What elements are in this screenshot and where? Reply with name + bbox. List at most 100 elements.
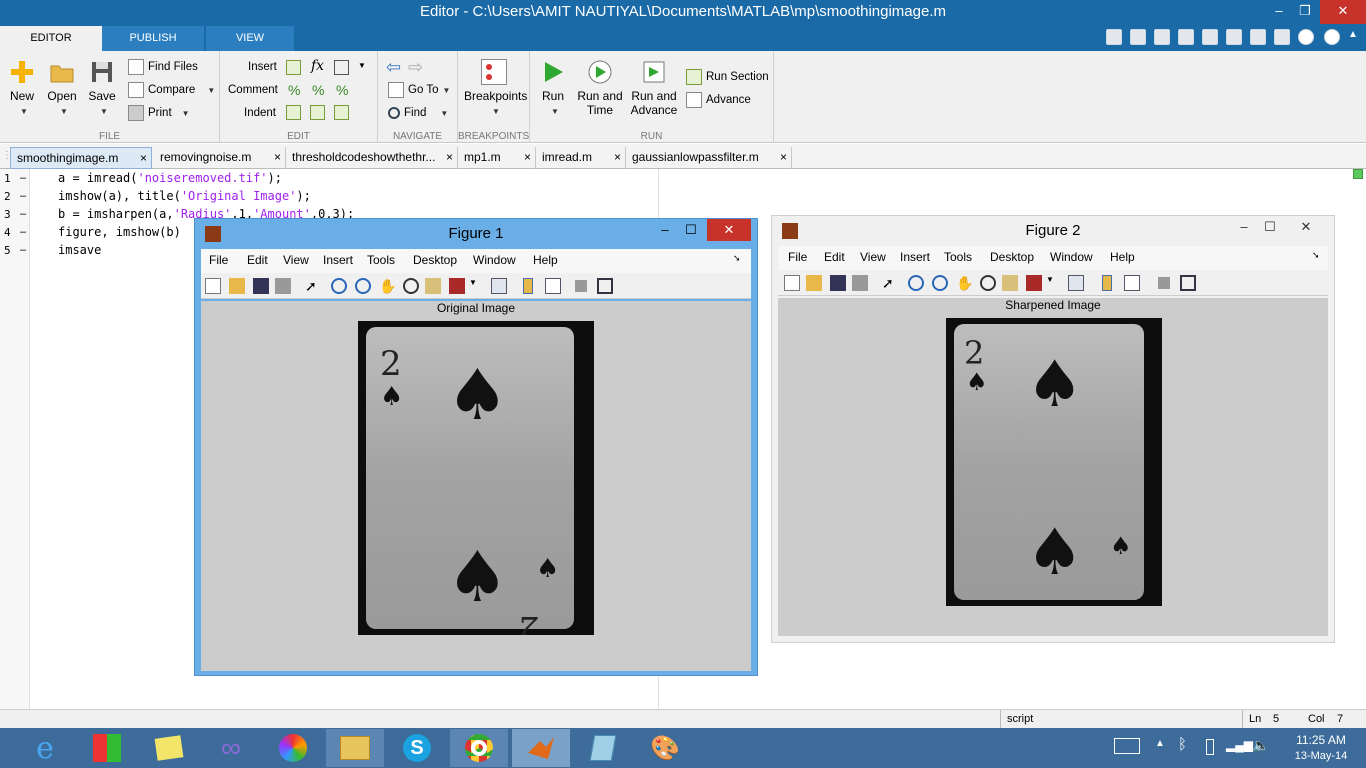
help-icon[interactable] [1298,29,1314,45]
breakpoint-marker[interactable]: – [20,190,26,202]
breakpoint-marker[interactable]: – [20,172,26,184]
tab-editor[interactable]: EDITOR [0,26,102,51]
code-line[interactable]: imsave [58,243,101,257]
indent-button[interactable]: Indent [244,103,276,123]
breakpoint-marker[interactable]: – [20,208,26,220]
chevron-down-icon[interactable]: ▼ [358,61,366,70]
clock-time[interactable]: 11:25 AM [1276,733,1366,747]
code-line[interactable]: a = imread('noiseremoved.tif'); [58,171,282,185]
network-icon[interactable]: ▂▄▆ [1226,738,1253,752]
file-tab[interactable]: thresholdcodeshowthethr... × [286,147,458,169]
close-icon[interactable]: × [446,147,453,167]
run-section-button[interactable]: Run Section [686,67,769,87]
smart-indent-icon[interactable] [286,105,301,120]
save-button[interactable]: Save ▼ [86,59,118,119]
maximize-button[interactable]: ☐ [671,219,711,241]
figure-1-window[interactable]: Figure 1 – ☐ ✕ File Edit View Insert Too… [194,218,758,676]
zoom-out-icon[interactable] [355,278,371,294]
paint-icon[interactable]: 🎨 [636,729,694,767]
wrap-comment-icon[interactable]: % [336,82,348,98]
sticky-notes-icon[interactable] [140,729,198,767]
figure-2-window[interactable]: Figure 2 – ☐ ✕ File Edit View Insert Too… [771,215,1335,643]
goto-button[interactable]: Go To ▼ [388,80,450,100]
copy-icon[interactable] [1178,29,1194,45]
switch-windows-icon[interactable] [1274,29,1290,45]
menu-window[interactable]: Window [473,253,516,267]
show-hidden-icons[interactable]: ▲ [1155,738,1165,749]
restore-button[interactable]: ❐ [1292,0,1318,24]
undo-icon[interactable] [1226,29,1242,45]
bluetooth-icon[interactable]: ᛒ [1178,736,1187,753]
breakpoint-marker[interactable]: – [20,226,26,238]
new-figure-icon[interactable] [205,278,221,294]
open-file-icon[interactable] [806,275,822,291]
comment-icon[interactable]: % [288,82,300,98]
menu-file[interactable]: File [788,250,807,264]
chevron-down-icon[interactable]: ▼ [1046,275,1054,291]
pan-hand-icon[interactable]: ✋ [379,278,396,294]
decrease-indent-icon[interactable] [334,105,349,120]
open-button[interactable]: Open ▼ [46,59,78,119]
close-icon[interactable]: × [140,148,147,168]
run-and-advance-button[interactable]: Run and Advance [630,59,678,117]
code-line[interactable]: figure, imshow(b) [58,225,181,239]
zoom-in-icon[interactable] [331,278,347,294]
save-icon[interactable] [1130,29,1146,45]
matlab-icon[interactable] [512,729,570,767]
run-and-time-button[interactable]: Run and Time [576,59,624,117]
uncomment-icon[interactable]: % [312,82,324,98]
print-figure-icon[interactable] [852,275,868,291]
dock-arrow-icon[interactable]: ➘ [733,253,741,264]
clock-date[interactable]: 13-May-14 [1276,750,1366,762]
redo-icon[interactable] [1250,29,1266,45]
link-plot-icon[interactable] [1068,275,1084,291]
new-button[interactable]: New ▼ [6,59,38,119]
compare-button[interactable]: Compare ▼ [128,80,215,100]
show-plot-tools-icon[interactable] [1180,275,1196,291]
legend-icon[interactable] [545,278,561,294]
brush-icon[interactable] [449,278,465,294]
skype-icon[interactable]: S [388,729,446,767]
insert-button[interactable]: Insert [248,57,277,77]
menu-view[interactable]: View [283,253,309,267]
menu-window[interactable]: Window [1050,250,1093,264]
office-icon[interactable] [78,729,136,767]
menu-insert[interactable]: Insert [900,250,930,264]
zoom-out-icon[interactable] [932,275,948,291]
brush-icon[interactable] [1026,275,1042,291]
advance-button[interactable]: Advance [686,90,751,110]
internet-explorer-icon[interactable]: e [16,729,74,767]
breakpoint-marker[interactable]: – [20,244,26,256]
paste-icon[interactable] [1202,29,1218,45]
run-button[interactable]: Run ▼ [538,59,568,119]
options-icon[interactable] [1324,29,1340,45]
picasa-icon[interactable] [264,729,322,767]
code-line[interactable]: imshow(a), title('Original Image'); [58,189,311,203]
pointer-icon[interactable]: ➚ [882,275,898,291]
menu-edit[interactable]: Edit [824,250,845,264]
find-button[interactable]: Find ▼ [388,103,448,123]
menu-desktop[interactable]: Desktop [990,250,1034,264]
colorbar-icon[interactable] [523,278,533,294]
infinity-app-icon[interactable]: ∞ [202,729,260,767]
menu-help[interactable]: Help [533,253,558,267]
menu-help[interactable]: Help [1110,250,1135,264]
notebook-app-icon[interactable] [574,729,632,767]
forward-arrow-icon[interactable]: ⇨ [408,57,423,78]
close-icon[interactable]: × [524,147,531,167]
insert-section-icon[interactable] [286,60,301,75]
close-button[interactable]: ✕ [1320,0,1366,24]
file-explorer-icon[interactable] [326,729,384,767]
link-plot-icon[interactable] [491,278,507,294]
close-button[interactable]: ✕ [1284,216,1328,238]
file-tab[interactable]: smoothingimage.m × [10,147,152,169]
file-tab[interactable]: removingnoise.m × [154,147,286,169]
close-icon[interactable]: × [780,147,787,167]
comment-button[interactable]: Comment [228,80,278,100]
hide-plot-tools-icon[interactable] [575,280,587,292]
menu-tools[interactable]: Tools [367,253,395,267]
menu-view[interactable]: View [860,250,886,264]
increase-indent-icon[interactable] [310,105,325,120]
file-tab[interactable]: mp1.m × [458,147,536,169]
new-figure-icon[interactable] [784,275,800,291]
